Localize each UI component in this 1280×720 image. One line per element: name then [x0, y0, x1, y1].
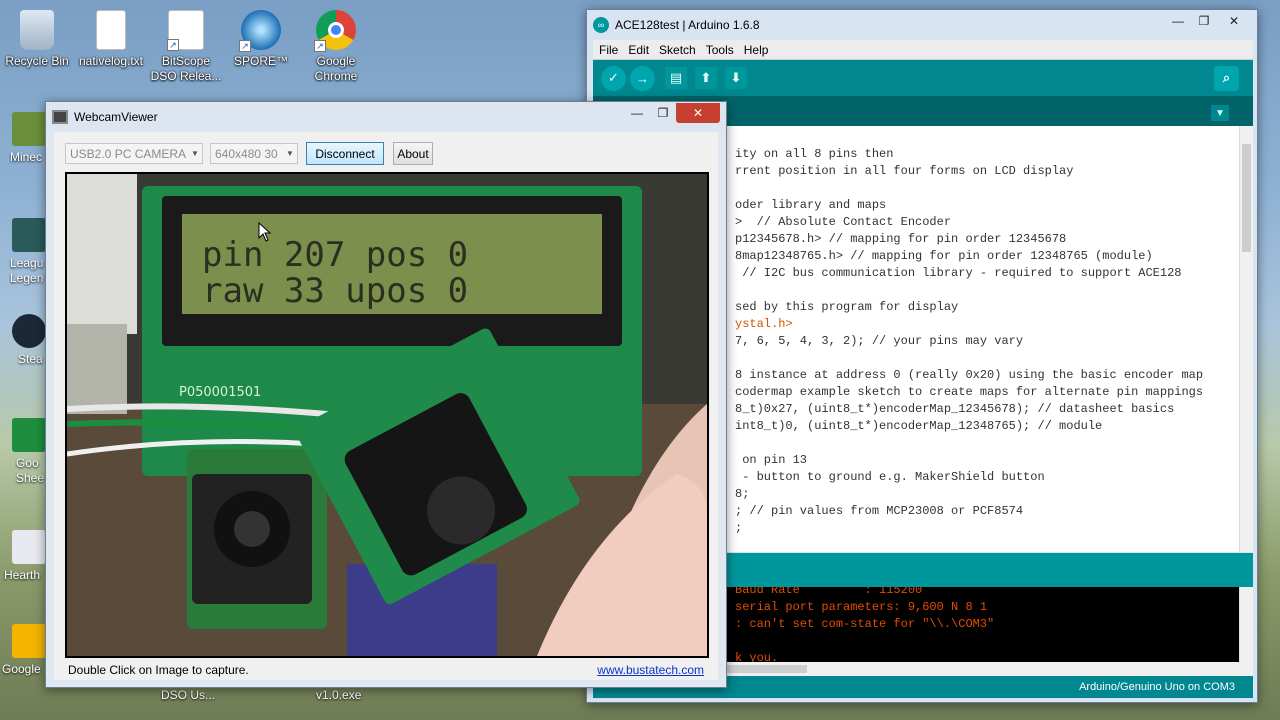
shortcut-arrow-icon: ↗ [314, 40, 326, 52]
menu-help[interactable]: Help [744, 43, 769, 57]
code-line: 8map12348765.h> // mapping for pin order… [735, 249, 1153, 263]
arduino-app-icon: ∞ [593, 17, 609, 33]
menu-edit[interactable]: Edit [628, 43, 649, 57]
sheets-icon [12, 418, 46, 452]
chevron-down-icon: ▼ [191, 149, 199, 158]
desktop-icon-label: nativelog.txt [78, 54, 144, 68]
league-icon [12, 218, 46, 252]
camera-select[interactable]: USB2.0 PC CAMERA ▼ [65, 143, 203, 164]
code-line: int8_t)0, (uint8_t*)encoderMap_12348765)… [735, 419, 1103, 433]
pdf-icon: ↗ [167, 10, 204, 51]
open-icon[interactable]: ⬆ [695, 67, 717, 89]
text-file-icon [96, 10, 126, 50]
desktop-icon-label: SPORE™ [233, 54, 288, 68]
minecraft-icon [12, 112, 46, 146]
code-line: - button to ground e.g. MakerShield butt… [735, 470, 1045, 484]
about-button[interactable]: About [393, 142, 433, 165]
board-port-status: Arduino/Genuino Uno on COM3 [1079, 681, 1235, 693]
menu-sketch[interactable]: Sketch [659, 43, 696, 57]
spore-icon: ↗ [239, 10, 281, 52]
webcam-window: WebcamViewer — ❐ ✕ USB2.0 PC CAMERA ▼ 64… [45, 101, 727, 688]
board-label: P050001501 [179, 385, 261, 400]
console-scrollbar[interactable] [1239, 587, 1253, 662]
minimize-button[interactable]: — [1165, 11, 1191, 31]
code-line: ystal.h> [735, 317, 793, 331]
arduino-window-title: ACE128test | Arduino 1.6.8 [615, 18, 760, 32]
upload-icon[interactable]: → [630, 65, 655, 91]
desktop-icon-nativelog[interactable]: nativelog.txt [75, 4, 147, 69]
arduino-titlebar[interactable]: ∞ ACE128test | Arduino 1.6.8 — ❐ ✕ [587, 10, 1257, 40]
code-line: ; [735, 521, 743, 535]
desktop-icon-label: Recycle Bin [5, 54, 69, 68]
desktop-label-exe: v1.0.exe [316, 688, 362, 702]
desktop-icon-label: BitScope DSO Relea... [150, 54, 222, 83]
new-file-icon[interactable]: ▤ [665, 67, 687, 89]
desktop-icon-label: Google Chrome [314, 54, 358, 83]
code-line: > // Absolute Contact Encoder [735, 215, 952, 229]
minimize-button[interactable]: — [624, 103, 650, 123]
close-button[interactable]: ✕ [1217, 11, 1251, 31]
chevron-down-icon: ▼ [286, 149, 294, 158]
menu-file[interactable]: File [599, 43, 618, 57]
code-line: 7, 6, 5, 4, 3, 2); // your pins may vary [735, 334, 1024, 348]
arduino-toolbar: ✓ → ▤ ⬆ ⬇ ⌕ [593, 60, 1253, 96]
google-app-icon [12, 624, 46, 658]
verify-icon[interactable]: ✓ [601, 65, 626, 91]
console-line: : can't set com-state for "\\.\COM3" [735, 617, 995, 631]
steam-icon [12, 314, 46, 348]
code-line: rrent position in all four forms on LCD … [735, 164, 1074, 178]
code-line: oder library and maps [735, 198, 887, 212]
video-feed[interactable]: pin 207 pos 0 raw 33 upos 0 P050001501 [65, 172, 709, 658]
camera-image: pin 207 pos 0 raw 33 upos 0 P050001501 [67, 174, 707, 656]
disconnect-button[interactable]: Disconnect [306, 142, 384, 165]
camera-select-value: USB2.0 PC CAMERA [70, 146, 187, 161]
maximize-button[interactable]: ❐ [650, 103, 676, 123]
serial-monitor-icon[interactable]: ⌕ [1214, 65, 1239, 91]
code-line: on pin 13 [735, 453, 808, 467]
code-line: p12345678.h> // mapping for pin order 12… [735, 232, 1067, 246]
webcam-app-icon [52, 110, 68, 124]
editor-scrollbar[interactable] [1239, 126, 1253, 552]
scrollbar-thumb[interactable] [1242, 144, 1251, 252]
code-line: sed by this program for display [735, 300, 959, 314]
lcd-line-1: pin 207 pos 0 [202, 235, 468, 275]
code-line: 8; [735, 487, 750, 501]
console-line: Baud Rate : 115200 [735, 587, 923, 597]
hearthstone-icon [12, 530, 46, 564]
webcam-titlebar[interactable]: WebcamViewer — ❐ ✕ [46, 102, 726, 132]
code-line: 8_t)0x27, (uint8_t*)encoderMap_12345678)… [735, 402, 1175, 416]
shortcut-arrow-icon: ↗ [239, 40, 251, 52]
lcd-line-2: raw 33 upos 0 [202, 271, 468, 311]
code-line: 8 instance at address 0 (really 0x20) us… [735, 368, 1204, 382]
shortcut-arrow-icon: ↗ [167, 39, 179, 51]
code-line: codermap example sketch to create maps f… [735, 385, 1204, 399]
chrome-icon: ↗ [314, 10, 356, 52]
webcam-window-title: WebcamViewer [74, 110, 158, 124]
desktop-label-dso: DSO Us... [161, 688, 216, 702]
desktop-icon-spore[interactable]: ↗ SPORE™ [225, 4, 297, 69]
capture-hint: Double Click on Image to capture. [68, 663, 249, 677]
desktop-icon-bitscope[interactable]: ↗ BitScope DSO Relea... [150, 4, 222, 84]
webcam-body: USB2.0 PC CAMERA ▼ 640x480 30 ▼ Disconne… [54, 132, 718, 680]
desktop-icon-chrome[interactable]: ↗ Google Chrome [300, 4, 372, 84]
menu-bar: File Edit Sketch Tools Help [593, 40, 1253, 60]
code-line: ity on all 8 pins then [735, 147, 894, 161]
tab-menu-chevron-icon[interactable]: ▼ [1211, 105, 1229, 121]
desktop-icon-recycle-bin[interactable]: Recycle Bin [1, 4, 73, 69]
maximize-button[interactable]: ❐ [1191, 11, 1217, 31]
recycle-bin-icon [20, 10, 54, 50]
code-line: // I2C bus communication library - requi… [735, 266, 1182, 280]
code-line: ; // pin values from MCP23008 or PCF8574 [735, 504, 1024, 518]
bustatech-link[interactable]: www.bustatech.com [597, 663, 704, 677]
resolution-select-value: 640x480 30 [215, 146, 278, 161]
close-button[interactable]: ✕ [676, 103, 720, 123]
console-line: serial port parameters: 9,600 N 8 1 [735, 600, 988, 614]
menu-tools[interactable]: Tools [706, 43, 734, 57]
resolution-select[interactable]: 640x480 30 ▼ [210, 143, 298, 164]
save-icon[interactable]: ⬇ [725, 67, 747, 89]
mouse-cursor-icon [258, 222, 272, 242]
console-line: k you. [735, 651, 779, 662]
